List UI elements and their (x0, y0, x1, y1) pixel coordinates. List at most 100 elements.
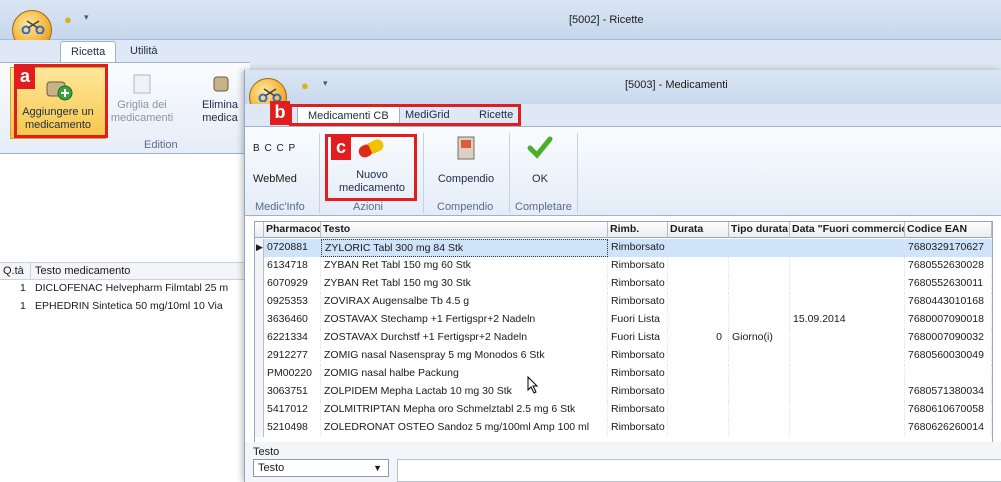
cell-durata: 0 (668, 329, 729, 347)
table-row[interactable]: 3063751 ZOLPIDEM Mepha Lactab 10 mg 30 St… (255, 383, 992, 401)
inner-qat-dropdown-icon[interactable]: ▾ (323, 78, 328, 89)
qat-dropdown-icon[interactable]: ▾ (84, 12, 89, 23)
outer-title-bar: ● ▾ [5002] - Ricette (0, 0, 1001, 50)
col-pharmacode[interactable]: Pharmacode (264, 222, 321, 238)
table-row[interactable]: 6221334 ZOSTAVAX Durchstf +1 Fertigspr+2 … (255, 329, 992, 347)
cell-testo: ZOLEDRONAT OSTEO Sandoz 5 mg/100ml Amp 1… (321, 419, 608, 437)
cell-durata (668, 419, 729, 437)
row-selector[interactable] (255, 401, 264, 419)
row-selector[interactable] (255, 275, 264, 293)
cell-durata (668, 401, 729, 419)
delete-medicamento-button[interactable]: Elimina medica (192, 73, 248, 125)
col-tipo-durata[interactable]: Tipo durata (729, 222, 790, 238)
cell-codice-ean: 7680560030049 (905, 347, 992, 365)
outer-ribbon-tabs: Ricetta Utilità (0, 40, 1001, 63)
bccp-links[interactable]: B C C P (253, 143, 296, 154)
cell-pharmacode: 3636460 (264, 311, 321, 329)
cell-data-fuori-commercio (790, 401, 905, 419)
row-selector[interactable] (255, 419, 264, 437)
table-row[interactable]: 0925353 ZOVIRAX Augensalbe Tb 4.5 g Rimbor… (255, 293, 992, 311)
row-selector[interactable] (255, 365, 264, 383)
cell-testo: ZOLMITRIPTAN Mepha oro Schmelztabl 2.5 m… (321, 401, 608, 419)
cell-data-fuori-commercio (790, 239, 905, 257)
cell-codice-ean: 7680007090032 (905, 329, 992, 347)
checkmark-icon (527, 136, 553, 159)
row-pointer-icon: ▶ (256, 242, 263, 252)
inner-window-title: [5003] - Medicamenti (625, 79, 728, 91)
marker-c: c (331, 136, 351, 160)
cell-durata (668, 383, 729, 401)
table-row[interactable]: 2912277 ZOMIG nasal Nasenspray 5 mg Monod… (255, 347, 992, 365)
outer-window-title: [5002] - Ricette (569, 14, 644, 26)
row-selector[interactable] (255, 257, 264, 275)
webmed-button[interactable]: WebMed (253, 173, 297, 185)
cell-codice-ean: 7680552630011 (905, 275, 992, 293)
row-selector[interactable] (255, 293, 264, 311)
cell-pharmacode: 3063751 (264, 383, 321, 401)
cell-data-fuori-commercio (790, 419, 905, 437)
list-item[interactable]: 1 DICLOFENAC Helvepharm Filmtabl 25 m (0, 280, 250, 297)
cell-testo: ZYBAN Ret Tabl 150 mg 30 Stk (321, 275, 608, 293)
header-qty[interactable]: Q.tà (3, 265, 24, 277)
inner-lightbulb-icon[interactable]: ● (301, 78, 309, 93)
cell-tipo-durata (729, 347, 790, 365)
cell-pharmacode: 0720881 (264, 239, 321, 257)
row-selector[interactable] (255, 311, 264, 329)
cell-testo: ZOMIG nasal halbe Packung (321, 365, 608, 383)
table-row[interactable]: 5417012 ZOLMITRIPTAN Mepha oro Schmelztab… (255, 401, 992, 419)
cell-rimb: Rimborsato (608, 293, 668, 311)
chevron-down-icon: ▼ (373, 463, 382, 473)
table-row[interactable]: ▶ 0720881 ZYLORIC Tabl 300 mg 84 Stk Rimbor… (255, 239, 992, 257)
row-selector[interactable] (255, 347, 264, 365)
cell-rimb: Rimborsato (608, 383, 668, 401)
table-row[interactable]: 5210498 ZOLEDRONAT OSTEO Sandoz 5 mg/100m… (255, 419, 992, 437)
cell-data-fuori-commercio (790, 275, 905, 293)
cell-tipo-durata (729, 257, 790, 275)
col-testo[interactable]: Testo (321, 222, 608, 238)
cell-durata (668, 365, 729, 383)
cell-tipo-durata (729, 293, 790, 311)
col-rimb[interactable]: Rimb. (608, 222, 668, 238)
cell-rimb: Rimborsato (608, 239, 668, 257)
cell-durata (668, 347, 729, 365)
cell-codice-ean: 7680626260014 (905, 419, 992, 437)
mouse-cursor-icon (527, 376, 539, 394)
cell-pharmacode: 2912277 (264, 347, 321, 365)
cell-durata (668, 311, 729, 329)
col-codice-ean[interactable]: Codice EAN (905, 222, 992, 238)
cell-data-fuori-commercio (790, 329, 905, 347)
col-data-fuori-commercio[interactable]: Data "Fuori commercio" (790, 222, 905, 238)
cell-testo: ZOLPIDEM Mepha Lactab 10 mg 30 Stk (321, 383, 608, 401)
compendio-button[interactable]: Compendio (431, 131, 501, 186)
col-durata[interactable]: Durata (668, 222, 729, 238)
ok-button[interactable]: OK (515, 131, 565, 186)
row-selector[interactable] (255, 329, 264, 347)
cell-data-fuori-commercio (790, 347, 905, 365)
group-label-azioni: Azioni (353, 201, 383, 213)
cell-rimb: Rimborsato (608, 275, 668, 293)
lightbulb-icon[interactable]: ● (64, 12, 72, 27)
cell-codice-ean (905, 365, 992, 383)
table-row[interactable]: 6070929 ZYBAN Ret Tabl 150 mg 30 Stk Rimbo… (255, 275, 992, 293)
tab-utilita[interactable]: Utilità (120, 41, 168, 63)
filter-input[interactable] (397, 459, 1001, 482)
outer-medicament-list: Q.tà Testo medicamento 1 DICLOFENAC Helv… (0, 154, 250, 482)
cell-codice-ean: 7680552630028 (905, 257, 992, 275)
table-row[interactable]: 3636460 ZOSTAVAX Stechamp +1 Fertigspr+2 … (255, 311, 992, 329)
cell-data-fuori-commercio (790, 365, 905, 383)
table-row[interactable]: PM00220 ZOMIG nasal halbe Packung Rimborsa… (255, 365, 992, 383)
group-label-completare: Completare (515, 201, 572, 213)
filter-label: Testo (253, 446, 280, 458)
group-label-compendio: Compendio (437, 201, 494, 213)
grid-medicamenti-button[interactable]: Griglia dei medicamenti (110, 73, 174, 125)
row-selector[interactable]: ▶ (255, 239, 264, 257)
header-testo-medicamento[interactable]: Testo medicamento (35, 265, 130, 277)
row-selector[interactable] (255, 383, 264, 401)
table-row[interactable]: 6134718 ZYBAN Ret Tabl 150 mg 60 Stk Rimbo… (255, 257, 992, 275)
tab-ricetta[interactable]: Ricetta (60, 41, 117, 63)
filter-select[interactable]: Testo ▼ (253, 459, 389, 477)
medicamenti-window: ● ▾ [5003] - Medicamenti Medicamenti CB … (244, 70, 1001, 482)
outer-list-header: Q.tà Testo medicamento (0, 262, 250, 280)
marker-a: a (15, 65, 35, 89)
list-item[interactable]: 1 EPHEDRIN Sintetica 50 mg/10ml 10 Via (0, 298, 250, 315)
